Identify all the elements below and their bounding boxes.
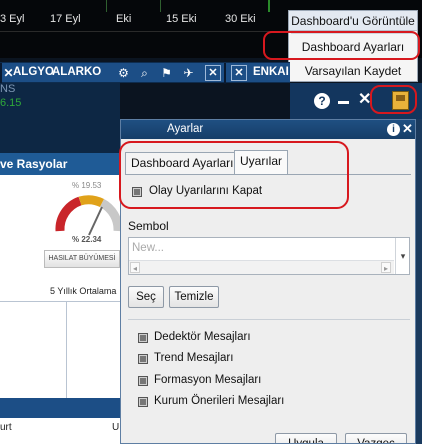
menu-separator [291, 33, 415, 34]
divider [66, 302, 67, 398]
symbol-toolbar: ✕ ALGYO ALARKO ⚙ ⌕ ⚑ ✈ ✕ ✕ ENKAI [0, 62, 290, 84]
symbol-label: Sembol [128, 219, 169, 233]
menu-view-dashboard[interactable]: Dashboard'u Görüntüle [289, 11, 417, 31]
chart-baseline [0, 31, 290, 32]
search-icon[interactable]: ⌕ [137, 66, 152, 81]
formation-messages-checkbox[interactable] [138, 376, 148, 386]
close-button[interactable]: ✕ [231, 65, 247, 81]
gauge-top-value: % 19.53 [72, 181, 102, 190]
broker-recommendations-label: Kurum Önerileri Mesajları [154, 395, 285, 407]
dialog-title: Ayarlar [167, 123, 204, 135]
close-icon[interactable]: ✕ [402, 121, 413, 137]
menu-dashboard-settings[interactable]: Dashboard Ayarları [289, 37, 417, 57]
chart-marker [268, 0, 270, 12]
tab-alarko[interactable]: ALARKO [52, 66, 101, 78]
clear-button[interactable]: Temizle [169, 286, 219, 308]
symbol-info-panel: NS 6.15 [0, 83, 120, 153]
divider [0, 301, 120, 302]
tab-underline [125, 174, 411, 175]
panel-header: ? ✕ [290, 83, 422, 119]
tab-dashboard-settings[interactable]: Dashboard Ayarları [125, 152, 240, 174]
select-button[interactable]: Seç [128, 286, 164, 308]
axis-label: 30 Eki [225, 13, 256, 25]
column-label: U [112, 422, 120, 433]
chevron-down-icon[interactable]: ▾ [395, 238, 410, 274]
symbol-combobox[interactable]: New... ▾ ◂ ▸ [128, 237, 410, 275]
column-label: urt [0, 422, 12, 433]
dashboard-menu: Dashboard'u Görüntüle Dashboard Ayarları… [288, 10, 418, 82]
chart-gridline [160, 0, 161, 12]
disable-events-label: Olay Uyarılarını Kapat [149, 185, 263, 197]
horizontal-scrollbar[interactable]: ◂ ▸ [129, 260, 394, 274]
formation-messages-label: Formasyon Mesajları [154, 374, 262, 386]
gauge-bottom-value: % 22.34 [72, 235, 102, 244]
broker-recommendations-checkbox[interactable] [138, 397, 148, 407]
five-year-average-label: 5 Yıllık Ortalama [50, 286, 117, 296]
tab-algyo[interactable]: ALGYO [13, 66, 54, 78]
chart-x-axis: 3 Eyl 17 Eyl Eki 15 Eki 30 Eki [0, 13, 290, 29]
panel-title: ve Rasyolar [0, 153, 120, 175]
scroll-right-icon[interactable]: ▸ [381, 262, 391, 273]
toolbar-divider [224, 63, 226, 84]
dialog-titlebar[interactable]: Ayarlar i ✕ [121, 120, 415, 139]
twitter-icon[interactable]: ✈ [181, 66, 196, 81]
divider [128, 319, 410, 320]
symbol-change: 6.15 [0, 97, 22, 109]
chart-gridline [106, 0, 107, 12]
scroll-left-icon[interactable]: ◂ [130, 262, 140, 273]
dashboard-settings-icon[interactable] [392, 91, 409, 110]
ratios-panel: ve Rasyolar % 19.53 % 22.34 HASILAT BÜYÜ… [0, 153, 120, 444]
close-button[interactable]: ✕ [205, 65, 221, 81]
close-icon[interactable]: ✕ [358, 91, 371, 109]
symbol-combobox-placeholder: New... [132, 242, 164, 254]
minimize-icon[interactable] [338, 101, 349, 104]
axis-label: 3 Eyl [0, 13, 25, 25]
revenue-growth-button[interactable]: HASILAT BÜYÜMESİ [44, 250, 120, 268]
symbol-name: NS [0, 83, 16, 95]
apply-button[interactable]: Uygula [275, 433, 337, 443]
flag-icon[interactable]: ⚑ [159, 66, 174, 81]
axis-label: 17 Eyl [50, 13, 81, 25]
section-bar [0, 398, 120, 418]
detector-messages-label: Dedektör Mesajları [154, 331, 251, 343]
disable-events-checkbox[interactable] [132, 187, 142, 197]
table-header: urt U [0, 418, 120, 444]
tab-alerts[interactable]: Uyarılar [234, 150, 289, 174]
axis-label: 15 Eki [166, 13, 197, 25]
detector-messages-checkbox[interactable] [138, 333, 148, 343]
info-icon[interactable]: i [387, 123, 400, 136]
help-icon[interactable]: ? [314, 93, 330, 109]
tab-enka[interactable]: ENKAI [253, 66, 289, 78]
menu-save-default[interactable]: Varsayılan Kaydet [289, 61, 417, 81]
trend-messages-label: Trend Mesajları [154, 352, 234, 364]
axis-label: Eki [116, 13, 132, 25]
cancel-button[interactable]: Vazgeç [345, 433, 407, 443]
settings-dialog: Ayarlar i ✕ Dashboard Ayarları Uyarılar … [120, 119, 416, 444]
gear-icon[interactable]: ⚙ [116, 66, 131, 81]
trend-messages-checkbox[interactable] [138, 354, 148, 364]
